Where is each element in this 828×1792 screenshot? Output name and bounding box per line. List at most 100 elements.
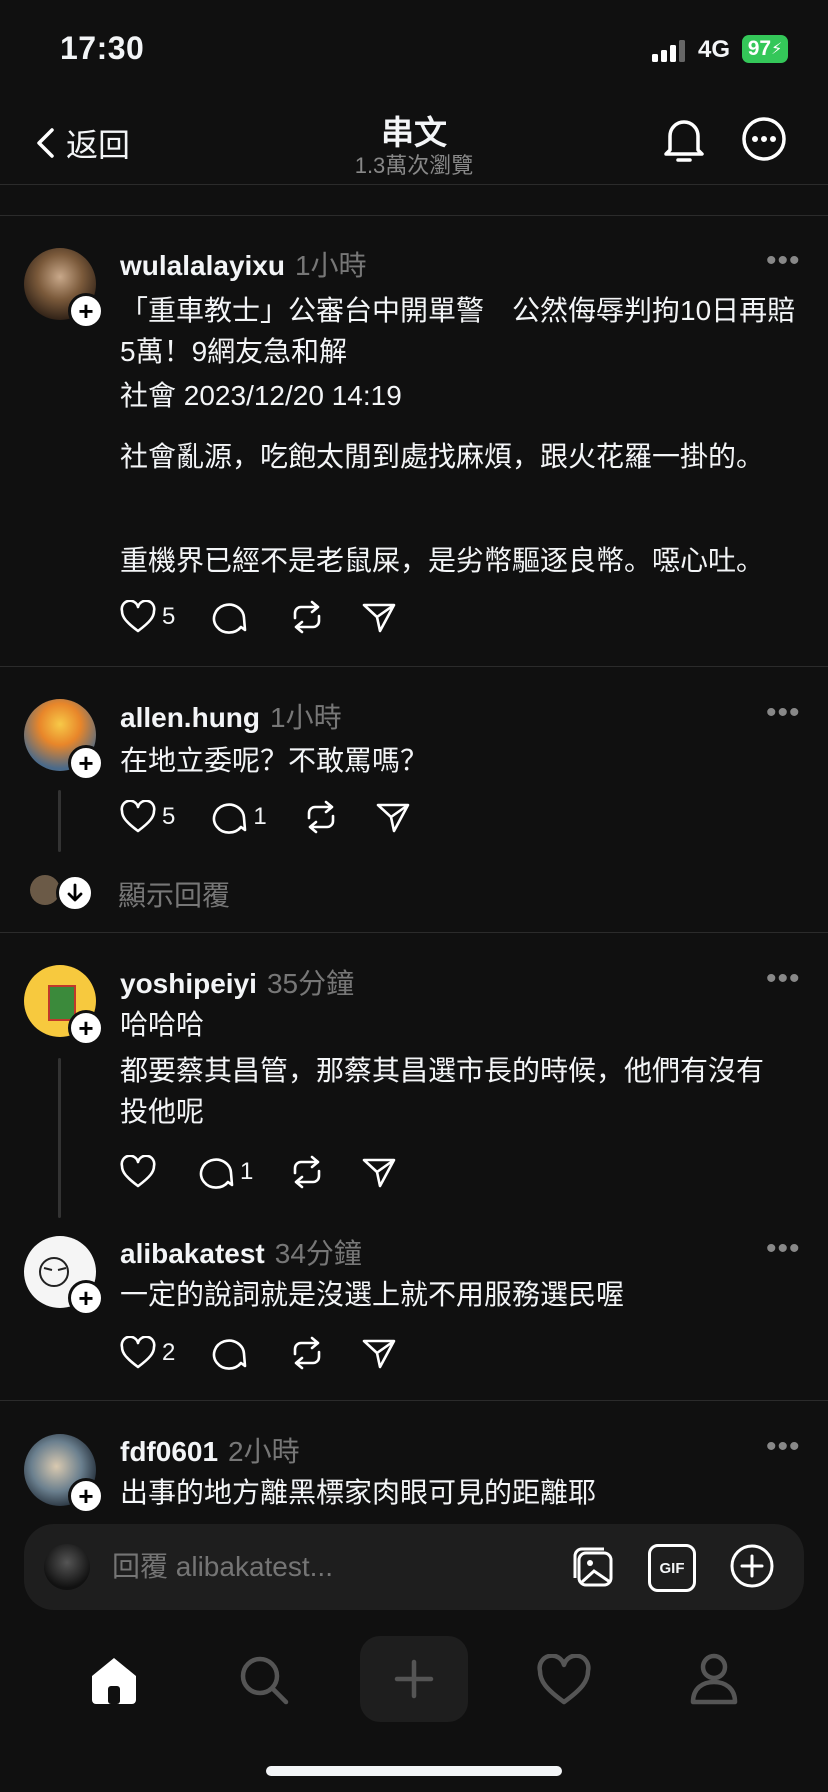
tab-profile[interactable] <box>688 1652 740 1711</box>
heart-icon <box>537 1653 591 1705</box>
post-more-icon[interactable]: ••• <box>766 1232 801 1266</box>
signal-icon <box>652 40 685 62</box>
reply-count: 1 <box>253 803 267 830</box>
post-time: 1小時 <box>294 250 367 281</box>
post-time: 1小時 <box>270 702 342 733</box>
reply-button[interactable] <box>211 1336 253 1370</box>
follow-plus-icon[interactable]: + <box>68 1280 104 1316</box>
reply-composer: GIF <box>24 1524 804 1610</box>
heart-icon <box>120 600 156 633</box>
post-link-title[interactable]: 「重車教士」公審台中開單警 公然侮辱判拘10日再賠5萬！9網友急和解 <box>120 290 800 372</box>
share-button[interactable] <box>361 1155 397 1189</box>
divider <box>0 215 828 216</box>
reply-button[interactable] <box>211 600 253 634</box>
repost-button[interactable] <box>289 600 325 634</box>
post-header: alibakatest 34分鐘 <box>120 1232 362 1272</box>
tab-compose[interactable] <box>360 1636 468 1722</box>
my-avatar <box>44 1544 90 1590</box>
post-paragraph: 重機界已經不是老鼠屎，是劣幣驅逐良幣。噁心吐。 <box>120 545 765 576</box>
divider <box>0 932 828 933</box>
show-replies-link[interactable]: 顯示回覆 <box>118 874 230 914</box>
post-more-icon[interactable]: ••• <box>766 696 801 730</box>
status-time: 17:30 <box>60 30 145 66</box>
post-header: allen.hung 1小時 <box>120 696 342 736</box>
username[interactable]: alibakatest <box>120 1238 265 1269</box>
like-button[interactable]: 5 <box>120 800 175 834</box>
post-time: 34分鐘 <box>274 1238 362 1269</box>
send-icon <box>376 803 410 833</box>
like-count: 5 <box>162 603 176 630</box>
post-header: wulalalayixu 1小時 <box>120 244 367 284</box>
post-more-icon[interactable]: ••• <box>766 244 801 278</box>
post-text: 哈哈哈 <box>120 1009 205 1040</box>
share-button[interactable] <box>375 800 411 834</box>
post-paragraph: 社會亂源，吃飽太閒到處找麻煩，跟火花羅一掛的。 <box>120 441 765 472</box>
gif-icon[interactable]: GIF <box>648 1544 696 1592</box>
reply-button[interactable]: 1 <box>211 800 267 834</box>
status-bar: 17:30 4G 97 ⚡ <box>0 0 828 100</box>
follow-plus-icon[interactable]: + <box>68 745 104 781</box>
comment-icon <box>213 1339 247 1370</box>
battery-icon: 97 ⚡ <box>742 35 788 63</box>
username[interactable]: wulalalayixu <box>120 250 285 281</box>
compose-icon <box>394 1659 434 1699</box>
image-icon <box>573 1547 613 1587</box>
header-divider <box>0 184 828 185</box>
home-indicator <box>266 1766 562 1776</box>
repost-button[interactable] <box>289 1155 325 1189</box>
post-actions: 5 <box>120 600 433 634</box>
follow-plus-icon[interactable]: + <box>68 293 104 329</box>
heart-icon <box>120 1155 156 1188</box>
search-icon <box>240 1656 289 1705</box>
repost-icon <box>294 600 321 634</box>
like-count: 2 <box>162 1339 176 1366</box>
share-button[interactable] <box>361 1336 397 1370</box>
tab-home[interactable] <box>86 1654 142 1711</box>
send-icon <box>363 603 396 633</box>
image-button[interactable] <box>570 1544 616 1595</box>
more-circle-icon <box>742 117 786 161</box>
post-text: 都要蔡其昌管，那蔡其昌選市長的時候，他們有沒有投他呢 <box>120 1055 765 1127</box>
network-label: 4G <box>698 36 731 63</box>
post-actions: 2 <box>120 1336 433 1370</box>
like-button[interactable]: 5 <box>120 600 175 634</box>
plus-circle-icon <box>730 1544 774 1588</box>
post-time: 35分鐘 <box>266 968 355 999</box>
notifications-button[interactable] <box>662 116 706 169</box>
tab-search[interactable] <box>238 1654 290 1711</box>
share-button[interactable] <box>361 600 397 634</box>
post-text: 出事的地方離黑標家肉眼可見的距離耶 <box>120 1477 597 1508</box>
post-more-icon[interactable]: ••• <box>766 962 801 996</box>
follow-plus-icon[interactable]: + <box>68 1478 104 1514</box>
like-button[interactable]: 2 <box>120 1336 175 1370</box>
profile-icon <box>690 1653 738 1705</box>
thread-line <box>58 790 61 852</box>
username[interactable]: fdf0601 <box>120 1436 218 1467</box>
more-options-button[interactable] <box>740 115 788 168</box>
post-actions: 1 <box>120 1155 433 1189</box>
bell-icon <box>664 120 704 162</box>
comment-icon <box>199 1158 234 1189</box>
repost-button[interactable] <box>289 1336 325 1370</box>
divider <box>0 666 828 667</box>
send-icon <box>363 1158 396 1188</box>
repost-icon <box>307 800 335 834</box>
comment-icon <box>213 803 247 834</box>
battery-level: 97 <box>747 37 772 60</box>
heart-icon <box>120 800 156 833</box>
follow-plus-icon[interactable]: + <box>68 1010 104 1046</box>
post-more-icon[interactable]: ••• <box>766 1430 801 1464</box>
username[interactable]: allen.hung <box>120 702 260 733</box>
repost-icon <box>294 1336 321 1370</box>
post-header: fdf0601 2小時 <box>120 1430 300 1470</box>
username[interactable]: yoshipeiyi <box>120 968 257 999</box>
like-button[interactable] <box>120 1155 162 1189</box>
post-actions: 5 1 <box>120 800 447 834</box>
repost-icon <box>294 1155 321 1189</box>
reply-button[interactable]: 1 <box>198 1155 253 1189</box>
tab-activity[interactable] <box>536 1653 592 1711</box>
repost-button[interactable] <box>303 800 339 834</box>
add-button[interactable] <box>728 1542 776 1595</box>
arrow-down-icon[interactable] <box>56 874 94 912</box>
reply-input[interactable] <box>112 1542 552 1592</box>
